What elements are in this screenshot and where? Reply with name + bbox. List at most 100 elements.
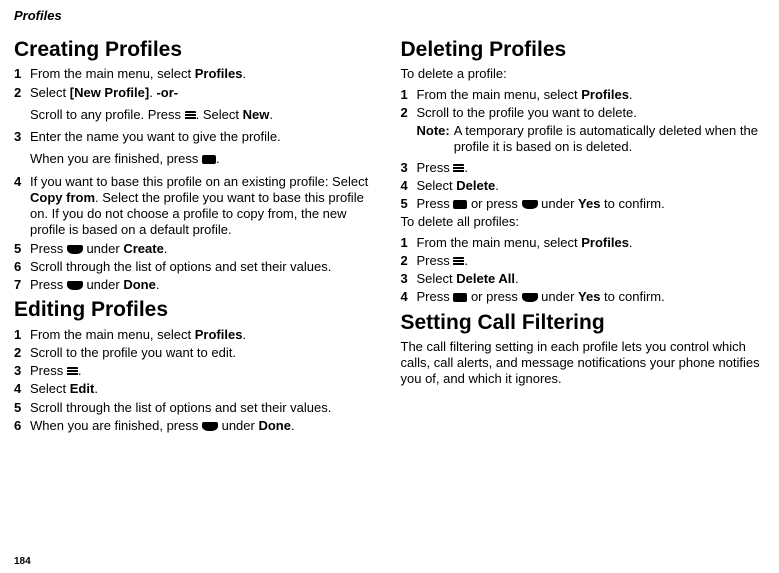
bold: New [243,107,270,122]
softkey-icon [522,200,538,209]
note-text: A temporary profile is automatically del… [454,123,765,156]
text: or press [467,196,521,211]
step: 4 If you want to base this profile on an… [14,174,379,239]
left-column: Creating Profiles 1 From the main menu, … [14,33,379,436]
step-number: 3 [401,271,417,287]
text: Press [30,241,67,256]
steps-delete-all: 1 From the main menu, select Profiles. 2… [401,235,766,306]
text: . [291,418,295,433]
step-number: 2 [14,345,30,361]
step-body: Scroll to the profile you want to delete… [417,105,766,121]
text: to confirm. [600,289,664,304]
page: Profiles Creating Profiles 1 From the ma… [0,0,779,573]
sub-paragraph: When you are finished, press . [30,151,379,167]
step: 1 From the main menu, select Profiles. [401,87,766,103]
step-number: 1 [401,87,417,103]
body-text: The call filtering setting in each profi… [401,339,766,388]
softkey-icon [522,293,538,302]
bold: Done [123,277,156,292]
note-block: Note: A temporary profile is automatical… [417,123,766,156]
text: From the main menu, select [30,327,195,342]
softkey-icon [67,281,83,290]
text: . [495,178,499,193]
steps-delete-one-cont: 3 Press . 4 Select Delete. 5 Press or pr… [401,160,766,213]
intro-text: To delete all profiles: [401,214,766,230]
text: From the main menu, select [30,66,195,81]
text: From the main menu, select [417,87,582,102]
step-number: 4 [401,289,417,305]
step-body: Press or press under Yes to confirm. [417,289,766,305]
step-number: 1 [401,235,417,251]
step: 2 Scroll to the profile you want to edit… [14,345,379,361]
text: Select [30,85,70,100]
step-number: 3 [401,160,417,176]
text: Select [30,381,70,396]
text: . [242,327,246,342]
softkey-icon [202,422,218,431]
step-number: 5 [14,400,30,416]
step: 2 Scroll to the profile you want to dele… [401,105,766,121]
steps-delete-one: 1 From the main menu, select Profiles. 2… [401,87,766,122]
text: to confirm. [600,196,664,211]
bold: Yes [578,289,600,304]
text: . [216,151,220,166]
step-number: 2 [401,253,417,269]
step: 5 Press or press under Yes to confirm. [401,196,766,212]
ok-icon [453,200,467,209]
steps-editing: 1 From the main menu, select Profiles. 2… [14,327,379,435]
text: If you want to base this profile on an e… [30,174,368,189]
ok-icon [453,293,467,302]
steps-creating: 1 From the main menu, select Profiles. 2… [14,66,379,101]
text: . [629,87,633,102]
step-body: If you want to base this profile on an e… [30,174,379,239]
text: under [83,277,123,292]
text: . [515,271,519,286]
text: under [83,241,123,256]
step: 3 Press . [14,363,379,379]
text: Select [417,178,457,193]
bold: Copy from [30,190,95,205]
step-body: Scroll to the profile you want to edit. [30,345,379,361]
note-label: Note: [417,123,450,156]
text: . [464,160,468,175]
step-number: 6 [14,418,30,434]
bold: -or- [156,85,178,100]
step-number: 1 [14,327,30,343]
text: . [164,241,168,256]
step-body: Select Edit. [30,381,379,397]
bold: [New Profile] [70,85,149,100]
menu-icon [453,164,464,173]
text: From the main menu, select [417,235,582,250]
step-number: 1 [14,66,30,82]
text: under [538,289,578,304]
menu-icon [185,111,196,120]
text: Press [417,160,454,175]
text: When you are finished, press [30,151,202,166]
step: 6 When you are finished, press under Don… [14,418,379,434]
text: . [78,363,82,378]
steps-creating-cont2: 4 If you want to base this profile on an… [14,174,379,294]
step-body: From the main menu, select Profiles. [417,87,766,103]
text: When you are finished, press [30,418,202,433]
heading-editing-profiles: Editing Profiles [14,297,379,323]
step-body: Press under Done. [30,277,379,293]
step-body: Press under Create. [30,241,379,257]
intro-text: To delete a profile: [401,66,766,82]
step-body: Press . [30,363,379,379]
bold: Delete All [456,271,515,286]
two-column-layout: Creating Profiles 1 From the main menu, … [14,33,765,436]
step-body: From the main menu, select Profiles. [417,235,766,251]
step-body: Press . [417,160,766,176]
step: 5 Press under Create. [14,241,379,257]
text: Press [417,289,454,304]
step-body: Press . [417,253,766,269]
step-number: 5 [401,196,417,212]
text: . [94,381,98,396]
step-number: 4 [401,178,417,194]
bold: Delete [456,178,495,193]
step-number: 4 [14,381,30,397]
step-body: From the main menu, select Profiles. [30,66,379,82]
menu-icon [453,257,464,266]
step: 7 Press under Done. [14,277,379,293]
text: . [629,235,633,250]
